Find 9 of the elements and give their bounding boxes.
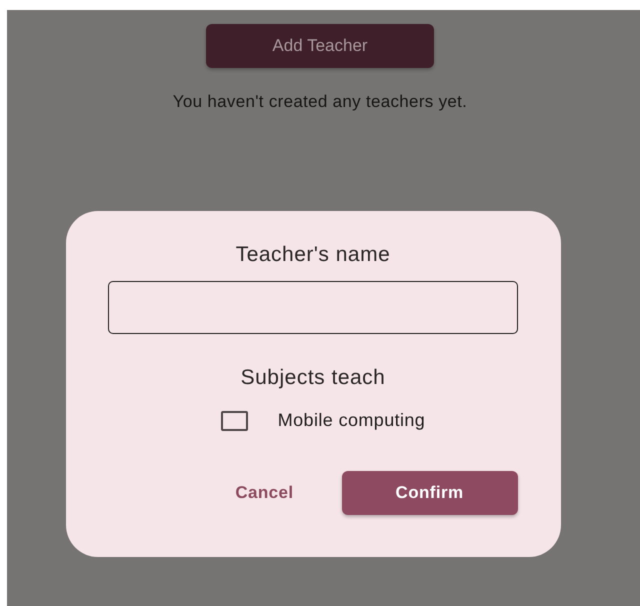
cancel-button[interactable]: Cancel — [223, 471, 306, 515]
dialog-title: Teacher's name — [236, 243, 390, 267]
checkbox-label: Mobile computing — [278, 410, 426, 431]
empty-message: You haven't created any teachers yet. — [172, 92, 468, 112]
confirm-button[interactable]: Confirm — [342, 471, 518, 515]
subjects-label: Subjects teach — [240, 366, 386, 390]
name-field[interactable] — [108, 281, 518, 334]
add-teacher-button[interactable]: Add Teacher — [206, 24, 434, 68]
checkbox[interactable] — [220, 410, 248, 430]
